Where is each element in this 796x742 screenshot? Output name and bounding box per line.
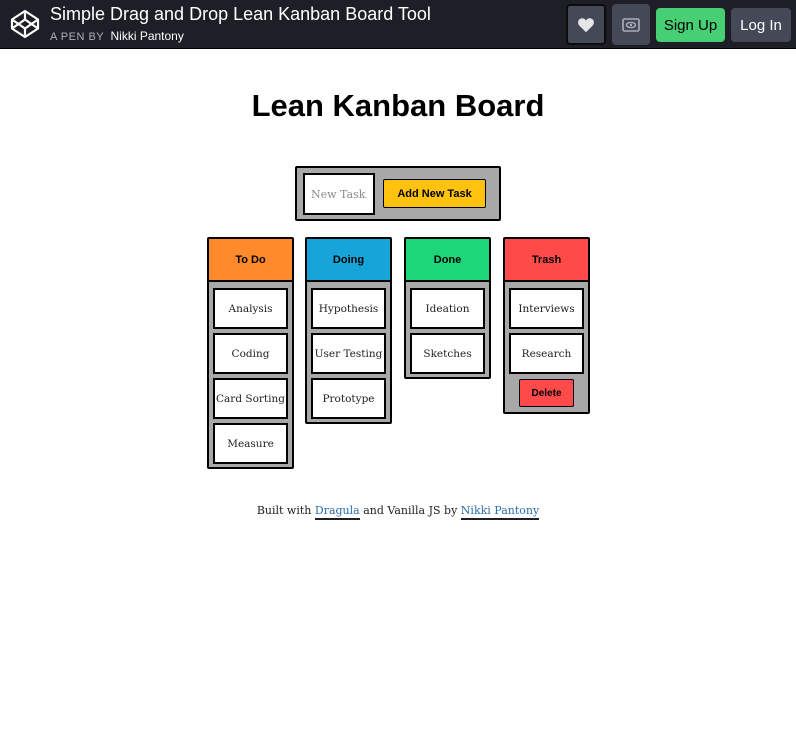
footer-text: and Vanilla JS by bbox=[363, 504, 458, 517]
view-button[interactable] bbox=[612, 4, 650, 45]
column-header-doing: Doing bbox=[307, 239, 390, 282]
dragula-link[interactable]: Dragula bbox=[314, 504, 360, 520]
column-header-to-do: To Do bbox=[209, 239, 292, 282]
task-card[interactable]: Sketches bbox=[410, 333, 485, 374]
task-card[interactable]: Card Sorting bbox=[213, 378, 288, 419]
sign-up-button[interactable]: Sign Up bbox=[656, 8, 725, 42]
task-card[interactable]: Research bbox=[509, 333, 584, 374]
delete-button[interactable]: Delete bbox=[519, 379, 574, 407]
task-card[interactable]: Analysis bbox=[213, 288, 288, 329]
task-card[interactable]: Ideation bbox=[410, 288, 485, 329]
task-card[interactable]: Coding bbox=[213, 333, 288, 374]
codepen-logo-icon[interactable] bbox=[9, 8, 41, 40]
heart-icon bbox=[578, 17, 594, 32]
heart-button[interactable] bbox=[566, 4, 606, 45]
column-header-done: Done bbox=[406, 239, 489, 282]
page-title: Lean Kanban Board bbox=[251, 88, 545, 123]
task-card[interactable]: Prototype bbox=[311, 378, 386, 419]
log-in-button[interactable]: Log In bbox=[731, 8, 791, 42]
footer-credits: Built with Dragula and Vanilla JS by Nik… bbox=[0, 504, 796, 520]
column-to-do: To Do Analysis Coding Card Sorting Measu… bbox=[207, 237, 294, 469]
pen-title: Simple Drag and Drop Lean Kanban Board T… bbox=[50, 4, 431, 24]
column-doing: Doing Hypothesis User Testing Prototype bbox=[305, 237, 392, 424]
task-card[interactable]: Hypothesis bbox=[311, 288, 386, 329]
column-header-trash: Trash bbox=[505, 239, 588, 282]
codepen-header: Simple Drag and Drop Lean Kanban Board T… bbox=[0, 0, 796, 49]
pen-author-line: A PEN BY Nikki Pantony bbox=[50, 29, 184, 43]
add-new-task-button[interactable]: Add New Task bbox=[383, 179, 486, 208]
footer-text: Built with bbox=[256, 504, 312, 517]
task-card[interactable]: Measure bbox=[213, 423, 288, 464]
column-trash: Trash Interviews Research Delete bbox=[503, 237, 590, 414]
pen-author-link[interactable]: Nikki Pantony bbox=[110, 29, 183, 43]
column-done: Done Ideation Sketches bbox=[404, 237, 491, 379]
pen-by-label: A PEN BY bbox=[50, 31, 105, 43]
new-task-input[interactable] bbox=[303, 173, 375, 215]
task-card[interactable]: User Testing bbox=[311, 333, 386, 374]
add-task-form: Add New Task bbox=[295, 166, 501, 221]
eye-icon bbox=[622, 17, 640, 32]
task-card[interactable]: Interviews bbox=[509, 288, 584, 329]
author-link[interactable]: Nikki Pantony bbox=[460, 504, 540, 520]
